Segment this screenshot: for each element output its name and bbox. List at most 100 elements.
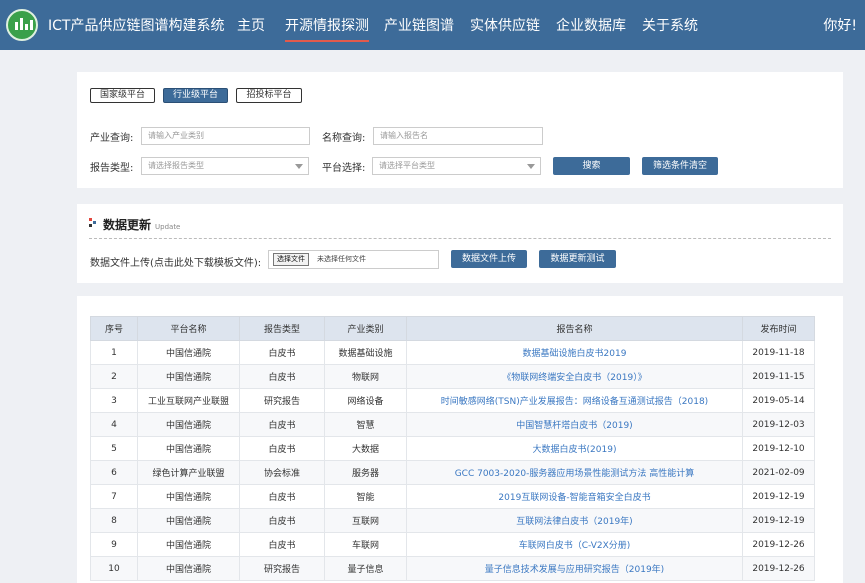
update-test-button[interactable]: 数据更新测试 bbox=[539, 250, 616, 268]
cell-platform: 工业互联网产业联盟 bbox=[137, 388, 240, 413]
user-greeting[interactable]: 你好! bbox=[823, 15, 857, 35]
cell-platform: 中国信通院 bbox=[137, 556, 240, 581]
clear-filters-button[interactable]: 筛选条件清空 bbox=[642, 157, 718, 175]
cell-publish-date: 2019-12-26 bbox=[742, 532, 815, 557]
no-file-text: 未选择任何文件 bbox=[317, 255, 366, 263]
section-icon bbox=[89, 218, 97, 228]
cell-industry: 服务器 bbox=[324, 460, 407, 485]
upload-label[interactable]: 数据文件上传(点击此处下载模板文件): bbox=[90, 254, 261, 269]
tab-industry-platform[interactable]: 行业级平台 bbox=[163, 88, 228, 103]
cell-platform: 中国信通院 bbox=[137, 364, 240, 389]
cell-report-type: 白皮书 bbox=[239, 412, 325, 437]
tab-bidding-platform[interactable]: 招投标平台 bbox=[236, 88, 302, 103]
cell-index: 4 bbox=[90, 412, 138, 437]
data-update-panel: 数据更新 Update 数据文件上传(点击此处下载模板文件): 选择文件 未选择任… bbox=[77, 204, 843, 283]
cell-publish-date: 2019-05-14 bbox=[742, 388, 815, 413]
cell-publish-date: 2019-12-19 bbox=[742, 508, 815, 533]
cell-report-type: 白皮书 bbox=[239, 340, 325, 365]
cell-report-name[interactable]: 《物联网终端安全白皮书（2019）》 bbox=[406, 364, 743, 389]
cell-report-name[interactable]: 车联网白皮书（C-V2X分册) bbox=[406, 532, 743, 557]
cell-report-type: 研究报告 bbox=[239, 388, 325, 413]
table-row: 5 中国信通院 白皮书 大数据 大数据白皮书(2019) 2019-12-10 bbox=[90, 436, 815, 461]
cell-industry: 网络设备 bbox=[324, 388, 407, 413]
table-row: 2 中国信通院 白皮书 物联网 《物联网终端安全白皮书（2019）》 2019-11-15 bbox=[90, 364, 815, 389]
cell-report-name[interactable]: 时间敏感网络(TSN)产业发展报告：网络设备互通测试报告（2018) bbox=[406, 388, 743, 413]
cell-index: 10 bbox=[90, 556, 138, 581]
choose-file-button[interactable]: 选择文件 bbox=[273, 253, 309, 266]
tab-national-platform[interactable]: 国家级平台 bbox=[90, 88, 155, 103]
report-table-panel: 序号 平台名称 报告类型 产业类别 报告名称 发布时间 1 中国信通院 白皮书 数据基… bbox=[77, 296, 843, 583]
report-type-select[interactable]: 请选择报告类型 bbox=[141, 157, 309, 175]
upload-button[interactable]: 数据文件上传 bbox=[451, 250, 527, 268]
cell-industry: 互联网 bbox=[324, 508, 407, 533]
table-header-row: 序号 平台名称 报告类型 产业类别 报告名称 发布时间 bbox=[90, 316, 815, 341]
cell-report-type: 白皮书 bbox=[239, 508, 325, 533]
cell-platform: 中国信通院 bbox=[137, 436, 240, 461]
col-header-platform: 平台名称 bbox=[137, 316, 240, 341]
cell-industry: 智能 bbox=[324, 484, 407, 509]
cell-platform: 中国信通院 bbox=[137, 340, 240, 365]
cell-report-name[interactable]: 大数据白皮书(2019) bbox=[406, 436, 743, 461]
table-row: 8 中国信通院 白皮书 互联网 互联网法律白皮书（2019年) 2019-12-19 bbox=[90, 508, 815, 533]
cell-industry: 量子信息 bbox=[324, 556, 407, 581]
cell-index: 6 bbox=[90, 460, 138, 485]
platform-select[interactable]: 请选择平台类型 bbox=[372, 157, 541, 175]
table-row: 1 中国信通院 白皮书 数据基础设施 数据基础设施白皮书2019 2019-11-18 bbox=[90, 340, 815, 365]
nav-home[interactable]: 主页 bbox=[237, 15, 265, 35]
cell-industry: 大数据 bbox=[324, 436, 407, 461]
cell-platform: 中国信通院 bbox=[137, 412, 240, 437]
section-subtitle: Update bbox=[155, 223, 181, 231]
top-header: ICT产品供应链图谱构建系统 主页 开源情报探测 产业链图谱 实体供应链 企业数… bbox=[0, 0, 865, 50]
cell-index: 7 bbox=[90, 484, 138, 509]
col-header-report-type: 报告类型 bbox=[239, 316, 325, 341]
cell-publish-date: 2019-12-03 bbox=[742, 412, 815, 437]
table-row: 4 中国信通院 白皮书 智慧 中国智慧杆塔白皮书（2019) 2019-12-03 bbox=[90, 412, 815, 437]
app-logo-icon bbox=[6, 9, 38, 41]
cell-report-type: 白皮书 bbox=[239, 436, 325, 461]
cell-publish-date: 2019-11-18 bbox=[742, 340, 815, 365]
cell-report-type: 研究报告 bbox=[239, 556, 325, 581]
search-button[interactable]: 搜索 bbox=[553, 157, 630, 175]
cell-report-type: 协会标准 bbox=[239, 460, 325, 485]
nav-entity-supply-chain[interactable]: 实体供应链 bbox=[470, 15, 540, 35]
cell-index: 3 bbox=[90, 388, 138, 413]
nav-industry-chain[interactable]: 产业链图谱 bbox=[384, 15, 454, 35]
platform-label: 平台选择: bbox=[322, 163, 366, 174]
cell-report-type: 白皮书 bbox=[239, 364, 325, 389]
cell-platform: 绿色计算产业联盟 bbox=[137, 460, 240, 485]
cell-publish-date: 2019-12-19 bbox=[742, 484, 815, 509]
cell-index: 8 bbox=[90, 508, 138, 533]
cell-report-name[interactable]: 数据基础设施白皮书2019 bbox=[406, 340, 743, 365]
cell-industry: 车联网 bbox=[324, 532, 407, 557]
industry-label: 产业查询: bbox=[90, 133, 134, 144]
report-name-input[interactable]: 请输入报告名 bbox=[373, 127, 543, 145]
report-type-label: 报告类型: bbox=[90, 163, 134, 174]
nav-about[interactable]: 关于系统 bbox=[642, 15, 698, 35]
file-input[interactable]: 选择文件 未选择任何文件 bbox=[268, 250, 439, 269]
table-row: 3 工业互联网产业联盟 研究报告 网络设备 时间敏感网络(TSN)产业发展报告：网络设备… bbox=[90, 388, 815, 413]
col-header-industry: 产业类别 bbox=[324, 316, 407, 341]
cell-report-name[interactable]: 中国智慧杆塔白皮书（2019) bbox=[406, 412, 743, 437]
cell-report-type: 白皮书 bbox=[239, 532, 325, 557]
cell-index: 9 bbox=[90, 532, 138, 557]
nav-osint[interactable]: 开源情报探测 bbox=[285, 15, 369, 42]
cell-publish-date: 2019-12-10 bbox=[742, 436, 815, 461]
col-header-report-name: 报告名称 bbox=[406, 316, 743, 341]
filter-panel: 国家级平台 行业级平台 招投标平台 产业查询: 请输入产业类别 名称查询: 请输… bbox=[77, 72, 843, 188]
cell-report-name[interactable]: 量子信息技术发展与应用研究报告（2019年) bbox=[406, 556, 743, 581]
cell-report-name[interactable]: GCC 7003-2020-服务器应用场景性能测试方法 高性能计算 bbox=[406, 460, 743, 485]
section-title-text: 数据更新 bbox=[103, 218, 152, 232]
report-table: 序号 平台名称 报告类型 产业类别 报告名称 发布时间 1 中国信通院 白皮书 数据基… bbox=[90, 316, 815, 581]
nav-company-database[interactable]: 企业数据库 bbox=[556, 15, 626, 35]
cell-index: 1 bbox=[90, 340, 138, 365]
cell-publish-date: 2019-12-26 bbox=[742, 556, 815, 581]
industry-input[interactable]: 请输入产业类别 bbox=[141, 127, 310, 145]
name-label: 名称查询: bbox=[322, 133, 366, 144]
col-header-publish-date: 发布时间 bbox=[742, 316, 815, 341]
cell-report-name[interactable]: 互联网法律白皮书（2019年) bbox=[406, 508, 743, 533]
cell-report-name[interactable]: 2019互联网设备-智能音箱安全白皮书 bbox=[406, 484, 743, 509]
table-row: 6 绿色计算产业联盟 协会标准 服务器 GCC 7003-2020-服务器应用场景性能测… bbox=[90, 460, 815, 485]
cell-platform: 中国信通院 bbox=[137, 508, 240, 533]
cell-platform: 中国信通院 bbox=[137, 532, 240, 557]
section-title: 数据更新 Update bbox=[103, 216, 180, 233]
